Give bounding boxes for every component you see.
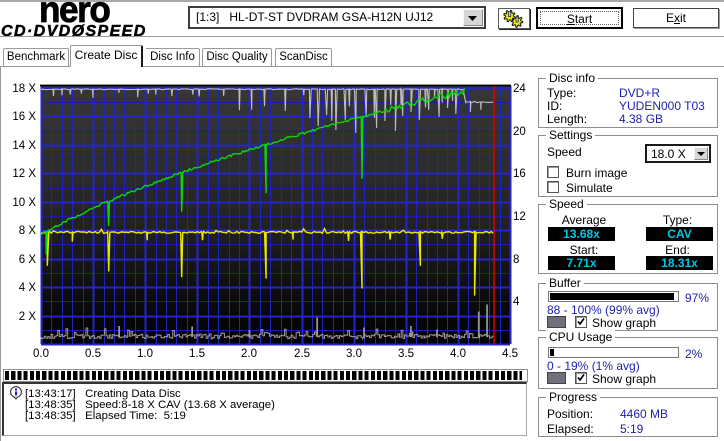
svg-text:0.5: 0.5 <box>85 348 101 360</box>
svg-text:10 X: 10 X <box>12 197 36 209</box>
svg-text:8 X: 8 X <box>19 225 37 237</box>
svg-text:4 X: 4 X <box>19 282 37 294</box>
svg-text:2.0: 2.0 <box>241 348 257 360</box>
svg-text:0.0: 0.0 <box>33 348 49 360</box>
svg-text:16 X: 16 X <box>12 111 36 123</box>
svg-text:1.5: 1.5 <box>189 348 205 360</box>
svg-text:3.5: 3.5 <box>398 348 414 360</box>
svg-text:1.0: 1.0 <box>137 348 153 360</box>
svg-text:2 X: 2 X <box>19 311 37 323</box>
svg-text:4: 4 <box>513 296 520 308</box>
svg-text:3.0: 3.0 <box>346 348 362 360</box>
svg-text:6 X: 6 X <box>19 254 37 266</box>
svg-text:2.5: 2.5 <box>294 348 310 360</box>
svg-text:12 X: 12 X <box>12 168 36 180</box>
svg-text:24: 24 <box>513 83 526 95</box>
svg-text:4.0: 4.0 <box>450 348 466 360</box>
svg-text:14 X: 14 X <box>12 140 36 152</box>
svg-text:18 X: 18 X <box>12 83 36 95</box>
svg-text:12: 12 <box>513 211 526 223</box>
svg-text:20: 20 <box>513 126 526 138</box>
svg-text:8: 8 <box>513 254 519 266</box>
svg-text:4.5: 4.5 <box>502 348 518 360</box>
svg-text:16: 16 <box>513 168 526 180</box>
